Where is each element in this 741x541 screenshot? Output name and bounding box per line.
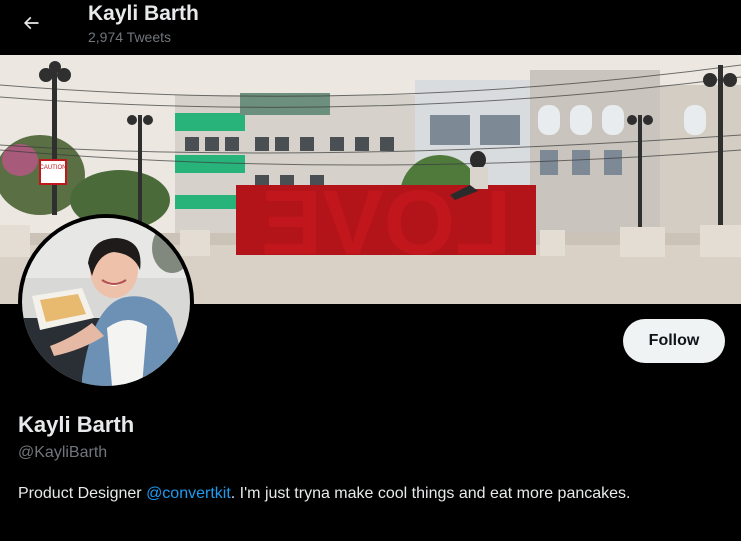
profile-handle: @KayliBarth [18,444,108,461]
bio-text-end: . I'm just tryna make cool things and ea… [230,485,631,502]
back-button[interactable] [14,6,48,40]
avatar-image [22,218,190,386]
love-sign: LOVE [236,172,536,274]
profile-bio: Product Designer @convertkit. I'm just t… [18,481,718,507]
top-bar: Kayli Barth 2,974 Tweets [0,0,741,55]
back-arrow-icon [23,16,39,30]
follow-button[interactable]: Follow [623,319,725,363]
caution-sign-text: CAUTION [40,165,67,171]
tweet-count: 2,974 Tweets [88,29,172,45]
header-name: Kayli Barth [88,2,199,25]
avatar[interactable] [18,214,194,390]
bio-mention-link[interactable]: @convertkit [146,485,231,502]
profile-name: Kayli Barth [18,412,135,437]
bio-text-start: Product Designer [18,485,147,502]
